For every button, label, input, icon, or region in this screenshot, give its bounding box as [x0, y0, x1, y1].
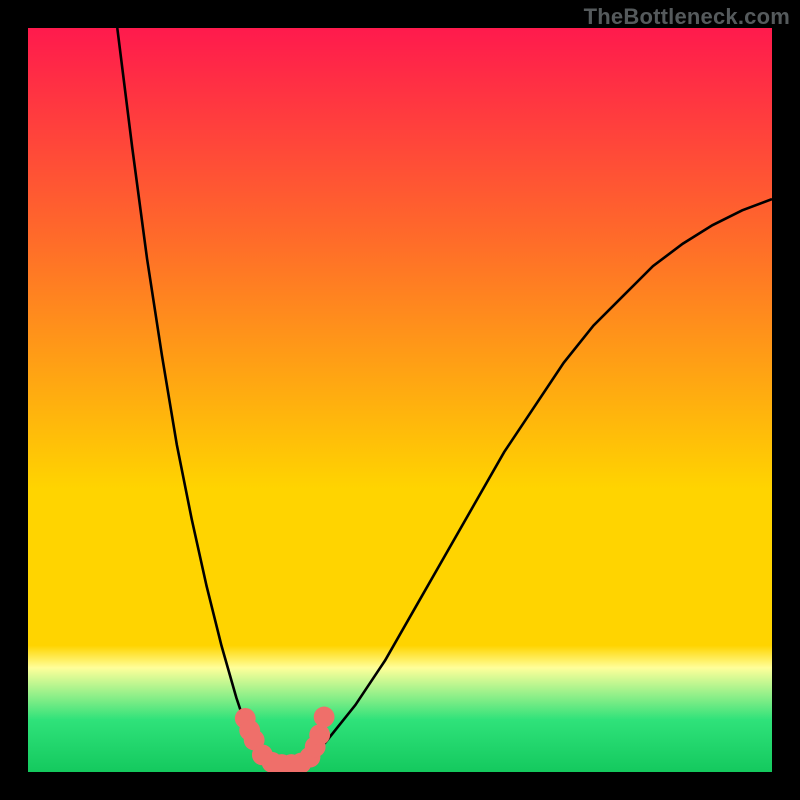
heat-gradient-background: [28, 28, 772, 772]
data-marker: [314, 707, 335, 728]
outer-frame: TheBottleneck.com: [0, 0, 800, 800]
data-marker: [309, 724, 330, 745]
plot-area: [28, 28, 772, 772]
watermark-text: TheBottleneck.com: [584, 4, 790, 30]
bottleneck-chart: [28, 28, 772, 772]
